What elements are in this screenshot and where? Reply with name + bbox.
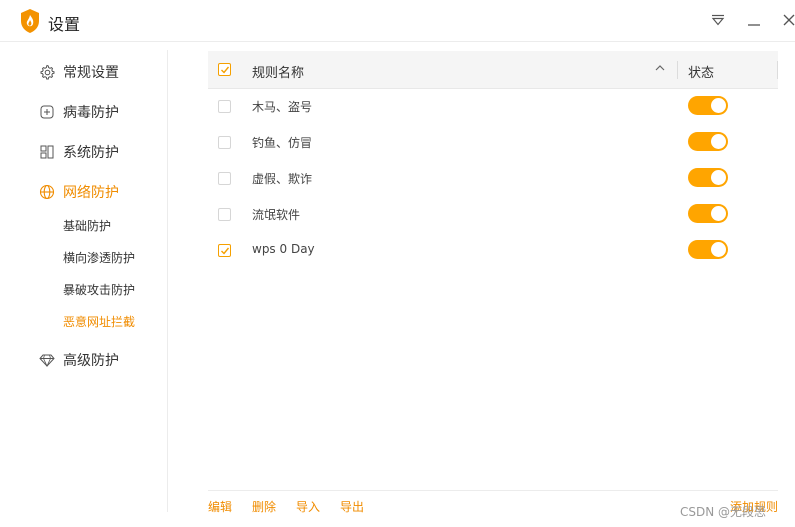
rule-toggle[interactable] <box>688 240 728 259</box>
row-checkbox[interactable] <box>218 100 231 113</box>
delete-link[interactable]: 删除 <box>252 498 276 515</box>
toggle-knob <box>711 242 726 257</box>
footer-divider <box>208 490 778 491</box>
rule-name: 虚假、欺诈 <box>252 172 313 186</box>
sidebar-item-advanced[interactable]: 高级防护 <box>39 348 119 372</box>
rule-toggle[interactable] <box>688 204 728 223</box>
row-checkbox[interactable] <box>218 244 231 257</box>
watermark-text: CSDN @无段思 <box>680 505 767 519</box>
dropdown-menu-button[interactable] <box>708 10 728 30</box>
minimize-button[interactable] <box>744 10 764 30</box>
app-logo-icon <box>21 9 39 33</box>
toggle-knob <box>711 206 726 221</box>
sidebar-item-network[interactable]: 网络防护 <box>39 180 119 204</box>
sidebar-subitem-malicious-url[interactable]: 恶意网址拦截 <box>63 313 135 331</box>
sidebar-item-label: 高级防护 <box>63 353 119 369</box>
gear-icon <box>39 64 55 80</box>
row-checkbox[interactable] <box>218 172 231 185</box>
table-row: 钓鱼、仿冒 <box>208 124 778 160</box>
sidebar-subitem-bruteforce[interactable]: 暴破攻击防护 <box>63 281 135 299</box>
close-button[interactable] <box>779 10 795 30</box>
minimize-icon <box>748 24 760 26</box>
export-link[interactable]: 导出 <box>340 498 364 515</box>
sidebar-item-label: 病毒防护 <box>63 105 119 121</box>
sidebar-subitem-basic[interactable]: 基础防护 <box>63 217 111 235</box>
sidebar-divider <box>167 50 168 512</box>
check-icon <box>221 66 230 74</box>
rule-toggle[interactable] <box>688 168 728 187</box>
diamond-icon <box>39 352 55 368</box>
column-header-name: 规则名称 <box>252 66 305 81</box>
toggle-knob <box>711 170 726 185</box>
triangle-down-icon <box>711 14 725 26</box>
select-all-checkbox[interactable] <box>218 63 231 76</box>
sidebar-item-system[interactable]: 系统防护 <box>39 140 119 164</box>
sidebar-item-label: 系统防护 <box>63 145 119 161</box>
table-row: 虚假、欺诈 <box>208 160 778 196</box>
rule-toggle[interactable] <box>688 132 728 151</box>
sort-up-icon[interactable] <box>654 63 666 73</box>
table-row: 流氓软件 <box>208 196 778 232</box>
rule-toggle[interactable] <box>688 96 728 115</box>
toggle-knob <box>711 98 726 113</box>
import-link[interactable]: 导入 <box>296 498 320 515</box>
sidebar-item-label: 网络防护 <box>63 185 119 201</box>
column-divider[interactable] <box>677 61 678 79</box>
close-icon <box>783 14 795 26</box>
rule-name: 钓鱼、仿冒 <box>252 136 313 150</box>
globe-icon <box>39 184 55 200</box>
row-checkbox[interactable] <box>218 208 231 221</box>
check-icon <box>221 247 230 255</box>
toggle-knob <box>711 134 726 149</box>
title-bar: 设置 <box>0 0 795 42</box>
sidebar-subitem-lateral[interactable]: 横向渗透防护 <box>63 249 135 267</box>
table-row: wps 0 Day <box>208 232 778 268</box>
column-divider[interactable] <box>777 61 778 79</box>
window-title: 设置 <box>48 15 81 34</box>
rule-name: 木马、盗号 <box>252 100 313 114</box>
rule-name: 流氓软件 <box>252 208 301 222</box>
rule-name: wps 0 Day <box>252 242 315 256</box>
sidebar-item-virus[interactable]: 病毒防护 <box>39 100 119 124</box>
sidebar-item-label: 常规设置 <box>63 65 119 81</box>
table-row: 木马、盗号 <box>208 88 778 124</box>
row-checkbox[interactable] <box>218 136 231 149</box>
edit-link[interactable]: 编辑 <box>208 498 232 515</box>
sidebar-item-general[interactable]: 常规设置 <box>39 60 119 84</box>
column-header-status: 状态 <box>688 66 715 81</box>
grid-icon <box>39 144 55 160</box>
table-header: 规则名称 状态 <box>208 51 778 89</box>
plus-square-icon <box>39 104 55 120</box>
